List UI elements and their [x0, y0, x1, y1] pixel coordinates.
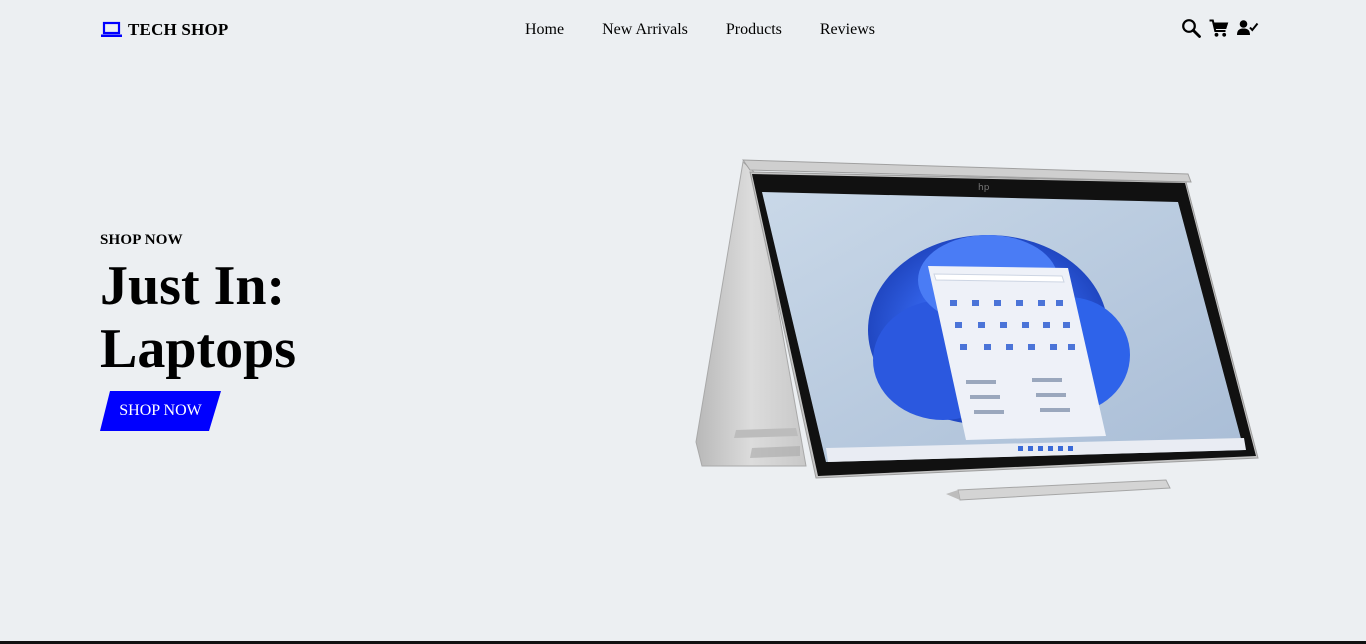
brand-logo[interactable]: TECH SHOP — [101, 20, 229, 40]
main-nav: Home New Arrivals Products Reviews — [525, 21, 875, 39]
nav-reviews[interactable]: Reviews — [820, 21, 875, 39]
hero-laptop-image: hp — [688, 150, 1263, 515]
shop-now-button[interactable]: SHOP NOW — [100, 391, 221, 431]
cart-icon[interactable] — [1209, 18, 1229, 43]
hero-headline-line-1: Just In: — [100, 255, 286, 317]
header-icons — [1181, 18, 1259, 43]
svg-text:hp: hp — [978, 183, 990, 193]
user-check-icon[interactable] — [1237, 18, 1259, 43]
laptop-icon — [101, 21, 122, 39]
hero-text: SHOP NOW Just In: Laptops — [100, 232, 296, 381]
search-icon[interactable] — [1181, 18, 1201, 43]
nav-home[interactable]: Home — [525, 21, 564, 39]
brand-name: TECH SHOP — [128, 20, 229, 39]
hero-eyebrow: SHOP NOW — [100, 232, 183, 248]
site-header: TECH SHOP Home New Arrivals Products Rev… — [0, 0, 1366, 62]
nav-new-arrivals[interactable]: New Arrivals — [602, 21, 688, 39]
nav-products[interactable]: Products — [726, 21, 782, 39]
hero-headline: Just In: Laptops — [100, 255, 296, 381]
hero-headline-line-2: Laptops — [100, 318, 297, 380]
